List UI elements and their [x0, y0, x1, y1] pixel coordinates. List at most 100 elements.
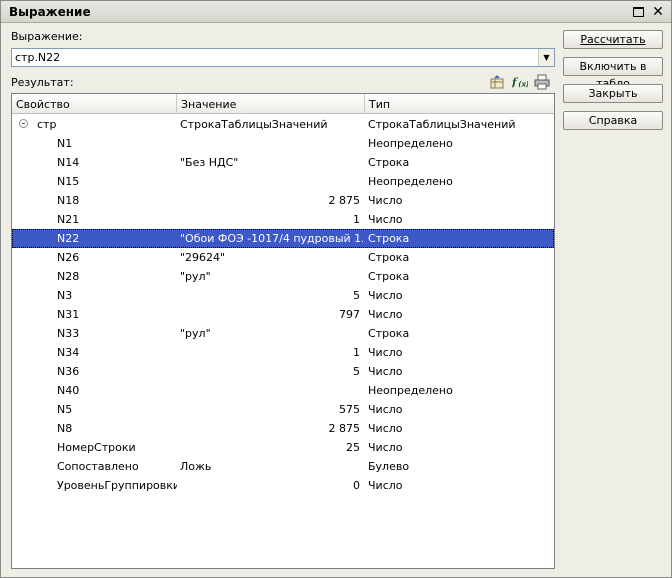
cell-property: N14: [12, 153, 177, 172]
cell-type: Число: [368, 479, 403, 492]
dropdown-arrow-icon[interactable]: ▼: [538, 49, 554, 66]
cell-value: "рул": [180, 270, 211, 283]
table-row[interactable]: N26 "29624" Строка: [12, 248, 554, 267]
table-row[interactable]: стр СтрокаТаблицыЗначений СтрокаТаблицыЗна…: [12, 115, 554, 134]
cell-type: Неопределено: [368, 175, 453, 188]
cell-type: Строка: [368, 156, 410, 169]
cell-value: 797: [339, 308, 360, 321]
cell-type: Число: [368, 422, 403, 435]
cell-property: N3: [12, 286, 177, 305]
property-name: Сопоставлено: [57, 460, 139, 473]
property-name: N34: [57, 346, 80, 359]
calculate-button[interactable]: Рассчитать: [563, 30, 663, 49]
property-name: N33: [57, 327, 80, 340]
cell-property: N15: [12, 172, 177, 191]
table-row[interactable]: N5 575 Число: [12, 400, 554, 419]
cell-value: Ложь: [180, 460, 212, 473]
window-title: Выражение: [9, 5, 91, 19]
maximize-icon[interactable]: [631, 5, 645, 19]
cell-type: Число: [368, 308, 403, 321]
cell-type: Неопределено: [368, 137, 453, 150]
table-row[interactable]: N15 Неопределено: [12, 172, 554, 191]
property-name: N31: [57, 308, 80, 321]
cell-property: N28: [12, 267, 177, 286]
property-name: N14: [57, 156, 80, 169]
cell-value: 1: [353, 346, 360, 359]
cell-type: Неопределено: [368, 384, 453, 397]
property-name: N28: [57, 270, 80, 283]
cell-type: Число: [368, 213, 403, 226]
table-row[interactable]: УровеньГруппировки 0 Число: [12, 476, 554, 495]
table-row[interactable]: N1 Неопределено: [12, 134, 554, 153]
expression-input[interactable]: стр.N22 ▼: [11, 48, 555, 67]
property-name: N15: [57, 175, 80, 188]
property-name: стр: [37, 118, 57, 131]
column-header-type[interactable]: Тип: [365, 94, 554, 114]
print-icon[interactable]: [534, 74, 550, 90]
cell-value: [180, 381, 363, 400]
cell-value: [180, 134, 363, 153]
table-row[interactable]: N31 797 Число: [12, 305, 554, 324]
cell-value: СтрокаТаблицыЗначений: [180, 118, 328, 131]
collapse-icon[interactable]: [19, 119, 28, 128]
result-table[interactable]: Свойство Значение Тип стр СтрокаТаблицыЗн…: [11, 93, 555, 569]
expression-label: Выражение:: [11, 30, 83, 43]
table-row[interactable]: N18 2 875 Число: [12, 191, 554, 210]
cell-type: Строка: [368, 232, 410, 245]
table-body: стр СтрокаТаблицыЗначений СтрокаТаблицыЗна…: [12, 115, 554, 495]
cell-property: УровеньГруппировки: [12, 476, 177, 495]
property-name: N5: [57, 403, 73, 416]
help-button[interactable]: Справка: [563, 111, 663, 130]
cell-value: "Обои ФОЭ -1017/4 пудровый 1.0...: [180, 232, 363, 245]
property-name: N1: [57, 137, 73, 150]
table-row[interactable]: N28 "рул" Строка: [12, 267, 554, 286]
cell-property: N22: [12, 229, 177, 248]
cell-property: НомерСтроки: [12, 438, 177, 457]
cell-type: Число: [368, 194, 403, 207]
table-row[interactable]: N22 "Обои ФОЭ -1017/4 пудровый 1.0... Стро…: [12, 229, 554, 248]
property-name: НомерСтроки: [57, 441, 136, 454]
table-row[interactable]: N3 5 Число: [12, 286, 554, 305]
cell-type: Число: [368, 441, 403, 454]
property-name: N22: [57, 232, 80, 245]
table-row[interactable]: N14 "Без НДС" Строка: [12, 153, 554, 172]
result-label: Результат:: [11, 76, 74, 89]
property-name: N21: [57, 213, 80, 226]
table-row[interactable]: N40 Неопределено: [12, 381, 554, 400]
show-in-table-icon[interactable]: [489, 74, 505, 90]
cell-property: стр: [12, 115, 177, 134]
property-name: N40: [57, 384, 80, 397]
table-row[interactable]: N34 1 Число: [12, 343, 554, 362]
table-row[interactable]: НомерСтроки 25 Число: [12, 438, 554, 457]
table-row[interactable]: N36 5 Число: [12, 362, 554, 381]
cell-property: N36: [12, 362, 177, 381]
table-header: Свойство Значение Тип: [12, 94, 554, 114]
cell-value: 575: [339, 403, 360, 416]
table-row[interactable]: N8 2 875 Число: [12, 419, 554, 438]
cell-property: N26: [12, 248, 177, 267]
close-button[interactable]: Закрыть: [563, 84, 663, 103]
cell-type: Число: [368, 403, 403, 416]
cell-type: Строка: [368, 270, 410, 283]
property-name: N36: [57, 365, 80, 378]
table-row[interactable]: N21 1 Число: [12, 210, 554, 229]
column-header-property[interactable]: Свойство: [12, 94, 177, 114]
table-row[interactable]: Сопоставлено Ложь Булево: [12, 457, 554, 476]
cell-type: Строка: [368, 327, 410, 340]
cell-value: 5: [353, 289, 360, 302]
column-header-value[interactable]: Значение: [177, 94, 365, 114]
cell-type: СтрокаТаблицыЗначений: [368, 118, 516, 131]
formula-fx-icon[interactable]: f (x): [512, 74, 528, 90]
include-in-board-button[interactable]: Включить в табло: [563, 57, 663, 90]
property-name: N8: [57, 422, 73, 435]
table-row[interactable]: N33 "рул" Строка: [12, 324, 554, 343]
cell-property: N40: [12, 381, 177, 400]
expression-value[interactable]: стр.N22: [15, 51, 60, 64]
cell-property: Сопоставлено: [12, 457, 177, 476]
expression-window: Выражение ✕ Выражение: стр.N22 ▼ Результ…: [0, 0, 672, 578]
close-icon[interactable]: ✕: [651, 5, 665, 19]
cell-value: "29624": [180, 251, 226, 264]
cell-property: N18: [12, 191, 177, 210]
svg-text:(x): (x): [518, 79, 528, 88]
cell-value: "рул": [180, 327, 211, 340]
